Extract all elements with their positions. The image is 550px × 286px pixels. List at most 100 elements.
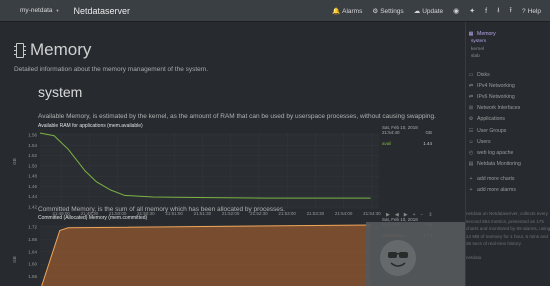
- twitter-icon[interactable]: ✦: [464, 7, 480, 15]
- chart2-plot[interactable]: 1.721.681.641.601.561.52: [24, 221, 384, 286]
- notification-popup[interactable]: [366, 222, 465, 286]
- brand-label: my-netdata: [20, 7, 53, 14]
- cloud-download-icon: ☁: [413, 8, 421, 15]
- memory-chip-icon: [14, 42, 26, 58]
- chart1-legend-time: 21:54:40: [382, 130, 400, 135]
- page-subtitle: Detailed information about the memory ma…: [14, 66, 209, 73]
- series-area: [41, 225, 371, 286]
- web-log-icon: ◴: [468, 149, 474, 156]
- y-tick-label: 1.48: [28, 174, 37, 179]
- sidebar-item-user-groups[interactable]: ☷ User Groups: [468, 125, 521, 136]
- y-tick-label: 1.56: [28, 133, 37, 138]
- chart1-legend: Sat, Feb 10, 2018 21:54:40 GB avail 1.44: [382, 125, 432, 146]
- bell-icon: 🔔: [332, 8, 341, 15]
- sidebar-info-text: netdata on Netdataserver, collects every…: [466, 211, 550, 246]
- y-tick-label: 1.42: [28, 205, 37, 210]
- alarms-label: Alarms: [342, 7, 363, 15]
- nav-actions: 🔔 Alarms ⚙ Settings ☁ Update ◉ ✦ f ⭳ ⭱ ?…: [327, 0, 550, 22]
- y-tick-label: 1.50: [28, 163, 37, 168]
- caret-down-icon: ▼: [55, 8, 60, 13]
- netdata-mon-icon: ▤: [468, 161, 474, 168]
- sidebar-item-memory[interactable]: ▦ Memory: [468, 28, 521, 39]
- add-alarms-label: add more alarms: [477, 187, 516, 194]
- server-selector[interactable]: my-netdata ▼: [0, 7, 60, 14]
- y-tick-label: 1.56: [28, 274, 37, 279]
- sidebar-info-footer: netdata: [466, 254, 482, 260]
- user-groups-icon: ☷: [468, 127, 474, 134]
- right-sidebar: ▦ Memory system kernel slab ▭ Disks ⇄ IPv4 …: [465, 22, 550, 286]
- disks-icon: ▭: [468, 71, 474, 78]
- sidebar-item-label: Users: [477, 138, 491, 145]
- add-charts-label: add more charts: [477, 176, 515, 183]
- y-tick-label: 1.60: [28, 262, 37, 267]
- sidebar-items: ▭ Disks ⇄ IPv4 Networking ⇄ IPv6 Networking ⊞ N…: [468, 69, 521, 170]
- page-title: Memory: [14, 40, 91, 60]
- sidebar-item-label: web log apache: [477, 149, 514, 156]
- chart1-legend-series[interactable]: avail 1.44: [382, 141, 432, 146]
- users-icon: ☺: [468, 138, 474, 145]
- sidebar-item-label: Memory: [477, 30, 496, 37]
- server-name[interactable]: Netdataserver: [74, 6, 131, 16]
- sidebar-item-ipv6[interactable]: ⇄ IPv6 Networking: [468, 91, 521, 102]
- sidebar-item-net-if[interactable]: ⊞ Network Interfaces: [468, 103, 521, 114]
- add-alarms-link[interactable]: + add more alarms: [468, 185, 521, 196]
- help-icon: ?: [522, 7, 526, 15]
- y-tick-label: 1.68: [28, 237, 37, 242]
- sidebar-item-label: IPv6 Networking: [477, 93, 515, 100]
- x-tick-label: 21:53:30: [307, 211, 325, 216]
- sidebar-item-label: Disks: [477, 71, 490, 78]
- sidebar-sub-system[interactable]: system: [468, 39, 521, 47]
- chart1-legend-time-row: 21:54:40 GB: [382, 130, 432, 135]
- y-tick-label: 1.72: [28, 225, 37, 230]
- plus-icon: +: [469, 176, 473, 183]
- alarms-button[interactable]: 🔔 Alarms: [327, 7, 367, 16]
- facebook-icon[interactable]: f: [480, 8, 492, 15]
- chart2-units: GB: [11, 256, 17, 263]
- help-button[interactable]: ? Help: [517, 8, 550, 15]
- section-title: system: [38, 84, 83, 100]
- y-tick-label: 1.44: [28, 194, 37, 199]
- sidebar-info: netdata on Netdataserver, collects every…: [466, 210, 550, 261]
- x-tick-label: 21:54:30: [363, 211, 381, 216]
- sidebar-sub-slab[interactable]: slab: [468, 54, 521, 62]
- sidebar-item-label: Applications: [477, 116, 505, 123]
- update-label: Update: [422, 7, 444, 15]
- settings-button[interactable]: ⚙ Settings: [367, 7, 408, 16]
- chart1-units: GB: [11, 158, 17, 165]
- settings-label: Settings: [380, 7, 404, 15]
- sidebar-item-apps[interactable]: ⚙ Applications: [468, 114, 521, 125]
- gear-icon: ⚙: [372, 8, 379, 15]
- y-tick-label: 1.64: [28, 249, 37, 254]
- ipv6-icon: ⇄: [468, 93, 474, 100]
- add-charts-link[interactable]: + add more charts: [468, 174, 521, 185]
- sidebar-item-label: Network Interfaces: [477, 105, 521, 112]
- sidebar-menu: ▦ Memory system kernel slab ▭ Disks ⇄ IPv4 …: [468, 28, 521, 196]
- sidebar-item-web-log[interactable]: ◴ web log apache: [468, 147, 521, 158]
- page-title-text: Memory: [30, 40, 92, 59]
- sidebar-item-label: Netdata Monitoring: [477, 161, 521, 168]
- avatar: [380, 240, 416, 276]
- github-icon[interactable]: ◉: [448, 7, 464, 15]
- sidebar-item-label: IPv4 Networking: [477, 82, 515, 89]
- ipv4-icon: ⇄: [468, 82, 474, 89]
- chart1-legend-unit: GB: [425, 130, 432, 135]
- y-tick-label: 1.52: [28, 153, 37, 158]
- download-icon[interactable]: ⭳: [492, 6, 504, 17]
- y-tick-label: 1.46: [28, 184, 37, 189]
- sidebar-item-netdata-mon[interactable]: ▤ Netdata Monitoring: [468, 158, 521, 169]
- smiley-sunglasses-icon: [388, 252, 408, 267]
- update-button[interactable]: ☁ Update: [409, 7, 448, 16]
- x-tick-label: 21:54:00: [335, 211, 353, 216]
- chart1-description: Available Memory, is estimated by the ke…: [38, 113, 436, 120]
- upload-icon[interactable]: ⭱: [505, 6, 517, 17]
- apps-icon: ⚙: [468, 116, 474, 123]
- net-if-icon: ⊞: [468, 105, 474, 112]
- chart1-series-value: 1.44: [423, 141, 432, 146]
- sidebar-item-users[interactable]: ☺ Users: [468, 136, 521, 147]
- chart1-series-name: avail: [382, 141, 392, 146]
- help-label: Help: [527, 7, 541, 15]
- y-tick-label: 1.54: [28, 143, 37, 148]
- sidebar-item-disks[interactable]: ▭ Disks: [468, 69, 521, 80]
- sidebar-item-ipv4[interactable]: ⇄ IPv4 Networking: [468, 80, 521, 91]
